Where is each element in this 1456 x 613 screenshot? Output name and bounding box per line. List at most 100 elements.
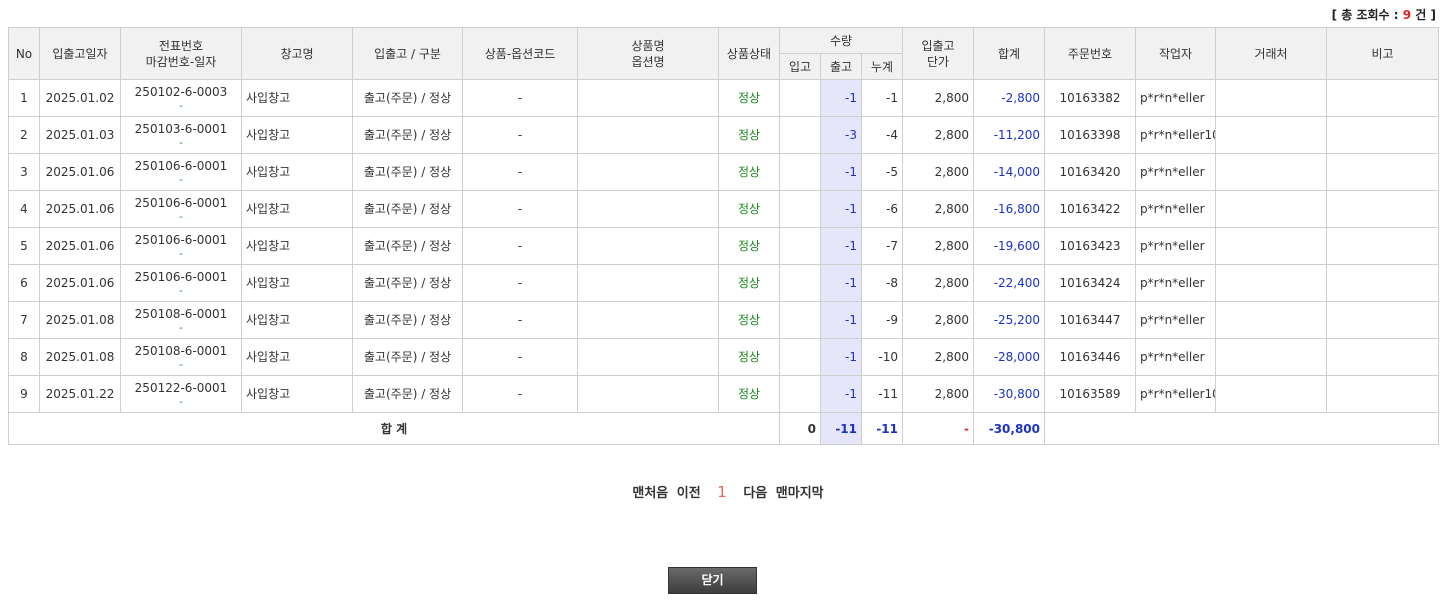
header-no: No [8, 27, 40, 80]
cell-qty-cum: -11 [860, 375, 904, 413]
cell-order-no: 10163398 [1044, 116, 1137, 154]
cell-no: 3 [8, 153, 40, 191]
cell-io-type: 출고(주문) / 정상 [352, 301, 463, 339]
cell-product [577, 190, 719, 228]
cell-qty-in [779, 116, 821, 154]
header-slip: 전표번호 마감번호-일자 [120, 27, 242, 80]
cell-worker: p*r*n*eller [1135, 79, 1217, 117]
cell-status: 정상 [718, 116, 780, 154]
pager-last-link[interactable]: 맨마지막 [776, 486, 824, 501]
cell-slip: 250106-6-0001- [120, 227, 242, 265]
cell-io-type: 출고(주문) / 정상 [352, 79, 463, 117]
cell-status: 정상 [718, 79, 780, 117]
header-io-type: 입출고 / 구분 [352, 27, 463, 80]
cell-unit-price: 2,800 [902, 301, 975, 339]
total-empty [1044, 412, 1440, 445]
header-product-line1: 상품명 [631, 38, 665, 53]
table-row: 8 2025.01.08 250108-6-0001- 사입창고 출고(주문) / 정상… [8, 338, 1440, 376]
table-row: 6 2025.01.06 250106-6-0001- 사입창고 출고(주문) / 정상… [8, 264, 1440, 302]
cell-total: -16,800 [973, 190, 1046, 228]
header-memo: 비고 [1326, 27, 1440, 80]
total-count-suffix: 건 ] [1411, 8, 1436, 22]
slip-number: 250106-6-0001 [134, 233, 228, 247]
cell-partner [1215, 338, 1328, 376]
cell-total: -28,000 [973, 338, 1046, 376]
cell-product [577, 153, 719, 191]
cell-memo [1326, 79, 1440, 117]
pager-prev-link[interactable]: 이전 [677, 486, 701, 501]
table-row: 9 2025.01.22 250122-6-0001- 사입창고 출고(주문) / 정상… [8, 375, 1440, 413]
header-qty-cum: 누계 [860, 53, 904, 80]
cell-status: 정상 [718, 301, 780, 339]
cell-warehouse: 사입창고 [241, 375, 353, 413]
header-product-line2: 옵션명 [631, 54, 665, 69]
header-slip-line2: 마감번호-일자 [145, 54, 217, 69]
cell-unit-price: 2,800 [902, 227, 975, 265]
header-qty-in: 입고 [779, 53, 821, 80]
cell-no: 6 [8, 264, 40, 302]
close-button[interactable]: 닫기 [668, 567, 757, 594]
cell-no: 5 [8, 227, 40, 265]
cell-warehouse: 사입창고 [241, 301, 353, 339]
cell-worker: p*r*n*eller10 [1135, 375, 1217, 413]
cell-total: -19,600 [973, 227, 1046, 265]
closing-number: - [179, 173, 183, 186]
slip-number: 250102-6-0003 [134, 85, 228, 99]
cell-qty-in [779, 375, 821, 413]
total-count-prefix: [ 총 조회수 : [1331, 8, 1403, 22]
slip-number: 250108-6-0001 [134, 344, 228, 358]
cell-unit-price: 2,800 [902, 153, 975, 191]
cell-slip: 250122-6-0001- [120, 375, 242, 413]
cell-warehouse: 사입창고 [241, 116, 353, 154]
cell-partner [1215, 227, 1328, 265]
cell-option-code: - [462, 190, 578, 228]
cell-product [577, 79, 719, 117]
cell-qty-out: -1 [820, 227, 862, 265]
cell-no: 9 [8, 375, 40, 413]
cell-slip: 250106-6-0001- [120, 190, 242, 228]
cell-partner [1215, 153, 1328, 191]
header-qty: 수량 [778, 27, 904, 54]
cell-memo [1326, 153, 1440, 191]
table-row: 5 2025.01.06 250106-6-0001- 사입창고 출고(주문) / 정상… [8, 227, 1440, 265]
closing-number: - [179, 136, 183, 149]
cell-memo [1326, 190, 1440, 228]
cell-qty-out: -1 [820, 264, 862, 302]
pager-next-link[interactable]: 다음 [743, 486, 767, 501]
cell-date: 2025.01.06 [39, 264, 121, 302]
cell-unit-price: 2,800 [902, 116, 975, 154]
slip-number: 250106-6-0001 [134, 270, 228, 284]
cell-worker: p*r*n*eller [1135, 227, 1217, 265]
cell-option-code: - [462, 338, 578, 376]
cell-warehouse: 사입창고 [241, 264, 353, 302]
cell-date: 2025.01.22 [39, 375, 121, 413]
closing-number: - [179, 210, 183, 223]
header-date: 입출고일자 [39, 27, 121, 80]
inventory-history-table: No 입출고일자 전표번호 마감번호-일자 창고명 입출고 / 구분 상품-옵션코… [8, 27, 1440, 445]
cell-option-code: - [462, 79, 578, 117]
cell-worker: p*r*n*eller [1135, 338, 1217, 376]
cell-date: 2025.01.08 [39, 338, 121, 376]
pager-current-page[interactable]: 1 [717, 483, 727, 501]
cell-memo [1326, 301, 1440, 339]
cell-date: 2025.01.06 [39, 153, 121, 191]
cell-product [577, 375, 719, 413]
cell-status: 정상 [718, 190, 780, 228]
slip-number: 250122-6-0001 [134, 381, 228, 395]
total-row: 합 계 0 -11 -11 - -30,800 [8, 412, 1440, 445]
header-order-no: 주문번호 [1044, 27, 1137, 80]
cell-status: 정상 [718, 153, 780, 191]
cell-qty-cum: -9 [860, 301, 904, 339]
cell-status: 정상 [718, 375, 780, 413]
cell-order-no: 10163589 [1044, 375, 1137, 413]
pager-first-link[interactable]: 맨처음 [632, 486, 668, 501]
cell-total: -2,800 [973, 79, 1046, 117]
cell-option-code: - [462, 301, 578, 339]
cell-total: -22,400 [973, 264, 1046, 302]
header-warehouse: 창고명 [241, 27, 353, 80]
closing-number: - [179, 247, 183, 260]
cell-status: 정상 [718, 338, 780, 376]
cell-memo [1326, 227, 1440, 265]
cell-qty-cum: -1 [860, 79, 904, 117]
cell-partner [1215, 375, 1328, 413]
